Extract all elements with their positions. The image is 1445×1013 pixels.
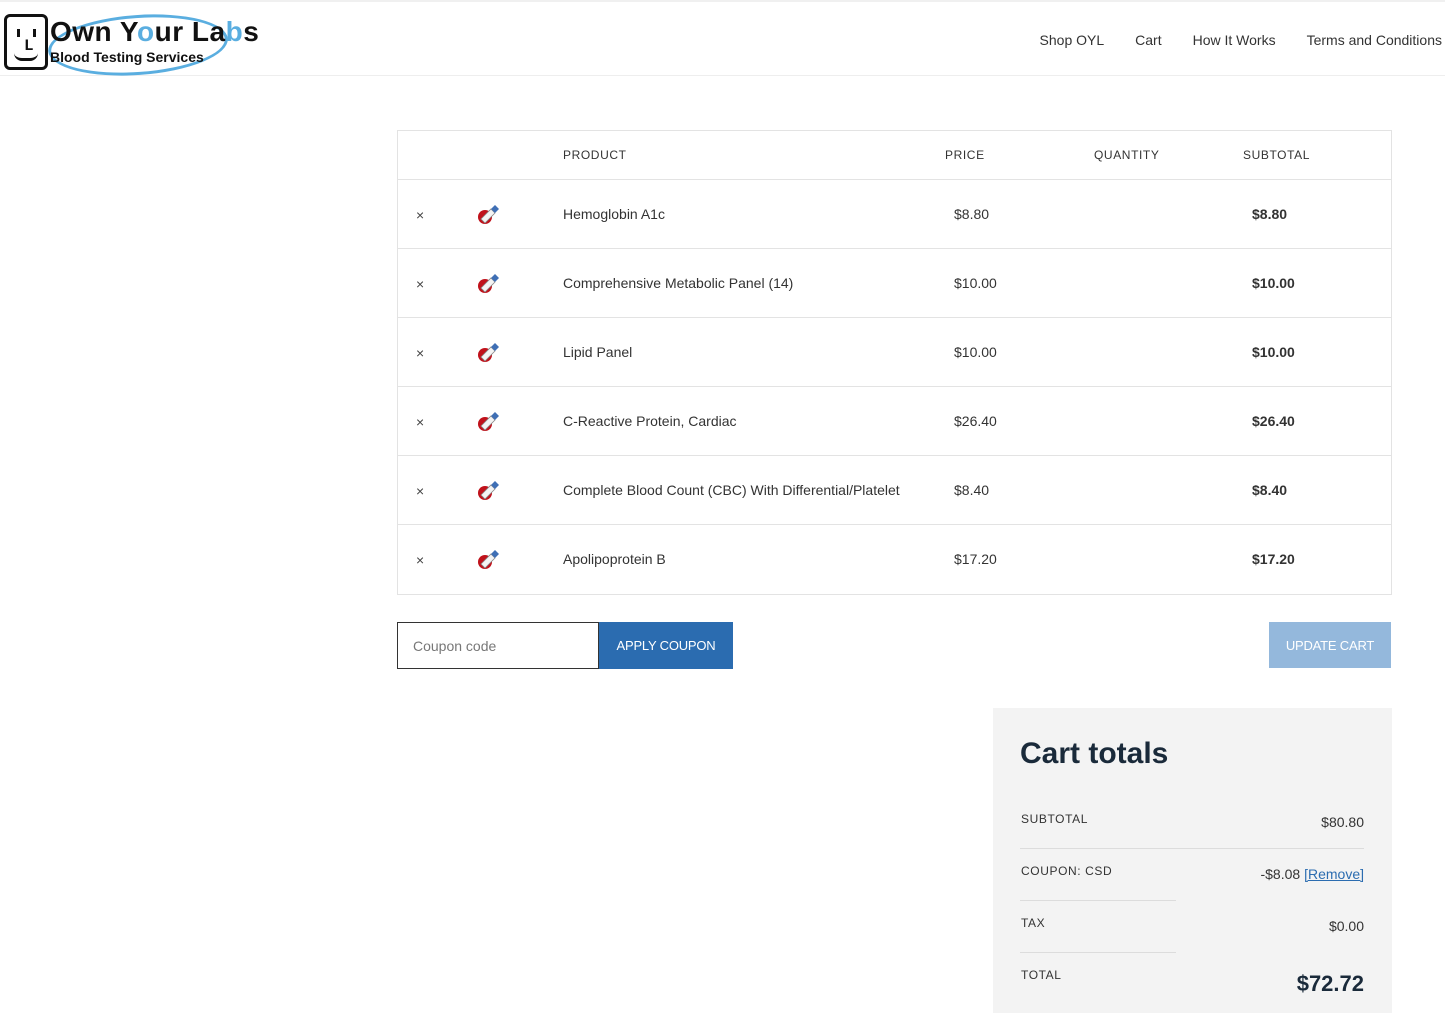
table-row: × Complete Blood Count (CBC) With Differ… (398, 456, 1391, 525)
table-row: × Lipid Panel $10.00 $10.00 (398, 318, 1391, 387)
remove-item-icon[interactable]: × (416, 276, 424, 292)
column-header-price: PRICE (945, 148, 985, 162)
product-name[interactable]: Comprehensive Metabolic Panel (14) (563, 275, 793, 291)
logo-subtitle: Blood Testing Services (50, 49, 204, 65)
blood-test-tube-icon[interactable] (476, 547, 502, 571)
remove-item-icon[interactable]: × (416, 345, 424, 361)
nav-cart[interactable]: Cart (1135, 32, 1161, 48)
table-row: × Apolipoprotein B $17.20 $17.20 (398, 525, 1391, 594)
blood-test-tube-icon[interactable] (476, 202, 502, 226)
table-row: × Comprehensive Metabolic Panel (14) $10… (398, 249, 1391, 318)
product-name[interactable]: C-Reactive Protein, Cardiac (563, 413, 737, 429)
product-price: $26.40 (954, 413, 997, 429)
remove-coupon-link[interactable]: [Remove] (1304, 866, 1364, 882)
main-nav: Shop OYL Cart How It Works Terms and Con… (1040, 32, 1442, 48)
remove-item-icon[interactable]: × (416, 552, 424, 568)
blood-test-tube-icon[interactable] (476, 340, 502, 364)
totals-divider (1020, 848, 1364, 849)
logo-title: Own Your Labs (50, 16, 260, 47)
blood-test-tube-icon[interactable] (476, 271, 502, 295)
product-name[interactable]: Lipid Panel (563, 344, 632, 360)
logo-face-icon: L (4, 14, 48, 70)
product-subtotal: $8.80 (1252, 206, 1288, 222)
subtotal-label: SUBTOTAL (1021, 812, 1089, 826)
product-subtotal: $8.40 (1252, 482, 1288, 498)
coupon-code-input[interactable] (397, 622, 599, 669)
product-subtotal: $10.00 (1252, 344, 1295, 360)
product-subtotal: $26.40 (1252, 413, 1295, 429)
product-price: $17.20 (954, 551, 997, 567)
product-price: $8.80 (954, 206, 990, 222)
coupon-discount: -$8.08 [Remove] (1260, 866, 1364, 882)
nav-shop-oyl[interactable]: Shop OYL (1040, 32, 1105, 48)
table-row: × Hemoglobin A1c $8.80 $8.80 (398, 180, 1391, 249)
product-price: $8.40 (954, 482, 990, 498)
product-name[interactable]: Apolipoprotein B (563, 551, 666, 567)
blood-test-tube-icon[interactable] (476, 409, 502, 433)
cart-totals-panel: Cart totals SUBTOTAL $80.80 COUPON: CSD … (993, 708, 1392, 1013)
column-header-quantity: QUANTITY (1094, 148, 1160, 162)
nav-how-it-works[interactable]: How It Works (1193, 32, 1276, 48)
product-subtotal: $10.00 (1252, 275, 1295, 291)
column-header-subtotal: SUBTOTAL (1243, 148, 1311, 162)
remove-item-icon[interactable]: × (416, 483, 424, 499)
apply-coupon-button[interactable]: APPLY COUPON (599, 622, 733, 669)
coupon-label: COUPON: CSD (1021, 864, 1113, 878)
product-price: $10.00 (954, 344, 997, 360)
update-cart-button[interactable]: UPDATE CART (1269, 622, 1391, 668)
remove-item-icon[interactable]: × (416, 414, 424, 430)
product-subtotal: $17.20 (1252, 551, 1295, 567)
cart-table-header: PRODUCT PRICE QUANTITY SUBTOTAL (398, 131, 1391, 180)
product-name[interactable]: Hemoglobin A1c (563, 206, 665, 222)
total-value: $72.72 (1296, 971, 1364, 996)
totals-divider (1020, 952, 1176, 953)
column-header-product: PRODUCT (563, 148, 627, 162)
table-row: × C-Reactive Protein, Cardiac $26.40 $26… (398, 387, 1391, 456)
cart-table: PRODUCT PRICE QUANTITY SUBTOTAL × Hemogl… (397, 130, 1392, 595)
blood-test-tube-icon[interactable] (476, 478, 502, 502)
product-name[interactable]: Complete Blood Count (CBC) With Differen… (563, 482, 900, 498)
cart-totals-title: Cart totals (1020, 737, 1169, 770)
subtotal-value: $80.80 (1321, 814, 1364, 830)
coupon-discount-value: -$8.08 (1260, 866, 1301, 882)
remove-item-icon[interactable]: × (416, 207, 424, 223)
total-label: TOTAL (1021, 968, 1062, 982)
totals-divider (1020, 900, 1176, 901)
site-header: L Own Your Labs Blood Testing Services S… (0, 0, 1445, 82)
nav-terms-and-conditions[interactable]: Terms and Conditions (1307, 32, 1442, 48)
product-price: $10.00 (954, 275, 997, 291)
site-logo[interactable]: L Own Your Labs Blood Testing Services (4, 8, 259, 82)
tax-value: $0.00 (1328, 918, 1364, 934)
tax-label: TAX (1021, 916, 1046, 930)
